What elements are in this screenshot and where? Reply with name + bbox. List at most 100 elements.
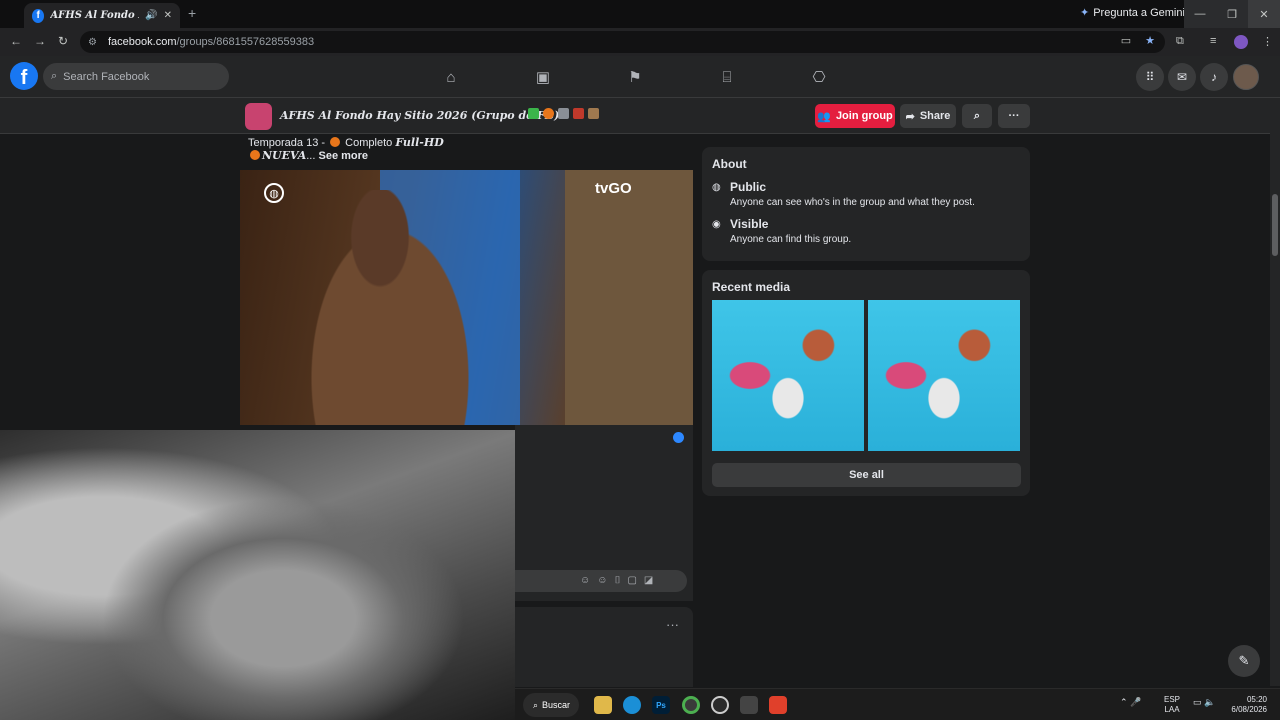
menu-grid-icon[interactable]: ⠿ bbox=[1136, 63, 1164, 91]
marketplace-icon[interactable]: ⌸ bbox=[717, 67, 737, 87]
post-text-line-2: NUEVA... See more bbox=[248, 149, 368, 162]
taskbar-search-label: Buscar bbox=[542, 700, 571, 710]
facebook-logo[interactable]: f bbox=[10, 62, 38, 90]
group-search-button[interactable]: ⌕ bbox=[962, 104, 992, 128]
address-bar[interactable]: ⚙ facebook.com /groups/8681557628559383 … bbox=[80, 31, 1165, 53]
avatar-sticker-icon[interactable]: ☺ bbox=[580, 575, 590, 586]
tab-title: AFHS Al Fondo Hay Sitio bbox=[50, 10, 139, 21]
globe-icon: ◍ bbox=[712, 182, 721, 193]
group-name-emojis bbox=[528, 108, 599, 119]
new-message-button[interactable]: ✎ bbox=[1228, 645, 1260, 677]
orange-circle-emoji-icon bbox=[250, 150, 260, 160]
site-info-icon[interactable]: ⚙ bbox=[88, 37, 102, 48]
facebook-top-nav: f ⌕ Search Facebook ⌂ ▣ ⚑ ⌸ ⎔ ⠿ ✉ ♪ bbox=[0, 56, 1280, 98]
app-window-icon[interactable] bbox=[740, 696, 758, 714]
orange-circle-emoji-icon bbox=[543, 108, 554, 119]
see-all-button[interactable]: See all bbox=[712, 463, 1021, 487]
group-thumbnail[interactable] bbox=[245, 103, 272, 130]
search-input[interactable]: ⌕ Search Facebook bbox=[43, 63, 229, 90]
chrome-icon[interactable] bbox=[682, 696, 700, 714]
notifications-bell-icon[interactable]: ♪ bbox=[1200, 63, 1228, 91]
post-options-icon[interactable]: ··· bbox=[666, 617, 679, 632]
reading-list-icon[interactable]: ≡ bbox=[1210, 35, 1216, 47]
tray-icons[interactable]: ⌃ 🎤 bbox=[1120, 697, 1141, 708]
new-tab-icon[interactable]: + bbox=[188, 5, 196, 21]
bricks-emoji-icon bbox=[573, 108, 584, 119]
join-group-label: Join group bbox=[835, 110, 893, 122]
search-icon: ⌕ bbox=[51, 70, 58, 82]
gemini-label: Pregunta a Gemini bbox=[1093, 6, 1185, 19]
speaker-icon[interactable]: 🔊 bbox=[145, 10, 157, 21]
photoshop-icon[interactable]: Ps bbox=[652, 696, 670, 714]
see-more-link[interactable]: See more bbox=[318, 150, 368, 162]
messenger-icon[interactable]: ✉ bbox=[1168, 63, 1196, 91]
gif-icon[interactable]: ▢ bbox=[627, 575, 636, 586]
gaming-icon[interactable]: ⎔ bbox=[809, 67, 829, 87]
reels-icon[interactable]: ▣ bbox=[533, 67, 553, 87]
forward-icon[interactable]: → bbox=[34, 34, 46, 48]
pages-flag-icon[interactable]: ⚑ bbox=[625, 67, 645, 87]
taskbar-search[interactable]: ⌕ Buscar bbox=[523, 693, 579, 717]
edge-icon[interactable] bbox=[623, 696, 641, 714]
facebook-favicon-icon: f bbox=[32, 8, 45, 23]
about-visible-desc: Anyone can find this group. bbox=[730, 234, 852, 245]
recent-media-image[interactable] bbox=[868, 300, 1020, 451]
video-person bbox=[290, 190, 490, 425]
search-placeholder: Search Facebook bbox=[63, 70, 150, 83]
back-icon[interactable]: ← bbox=[10, 34, 22, 48]
language-indicator[interactable]: ESP LAA bbox=[1164, 695, 1180, 715]
recent-media-image[interactable] bbox=[712, 300, 864, 451]
network-volume-icons[interactable]: ▭ 🔈 bbox=[1193, 697, 1215, 708]
search-icon: ⌕ bbox=[973, 109, 981, 122]
file-explorer-icon[interactable] bbox=[594, 696, 612, 714]
browser-menu-icon[interactable]: ⋮ bbox=[1262, 35, 1273, 48]
about-visible-title: Visible bbox=[730, 217, 769, 231]
about-visible-row: ◉ Visible Anyone can find this group. bbox=[712, 217, 851, 245]
close-window-icon[interactable]: ✕ bbox=[1248, 0, 1280, 28]
recent-media-card: Recent media See all bbox=[702, 270, 1030, 496]
compose-icon: ✎ bbox=[1238, 653, 1250, 668]
taskbar-clock[interactable]: 05:20 6/08/2026 bbox=[1223, 695, 1267, 715]
post-video[interactable]: ◍ tvGO bbox=[240, 170, 693, 425]
group-more-button[interactable]: ··· bbox=[998, 104, 1030, 128]
check-emoji-icon bbox=[528, 108, 539, 119]
share-arrow-icon: ➦ bbox=[905, 110, 915, 123]
group-name[interactable]: AFHS Al Fondo Hay Sitio 2026 (Grupo de F… bbox=[280, 109, 559, 122]
windows-taskbar: ⌕ Buscar Ps ⌃ 🎤 ESP LAA ▭ 🔈 05:20 6/08/2… bbox=[515, 688, 1280, 720]
browser-profile-avatar[interactable] bbox=[1234, 35, 1248, 49]
sticker-icon[interactable]: ◪ bbox=[644, 575, 653, 586]
reload-icon[interactable]: ↻ bbox=[58, 34, 68, 48]
camera-icon[interactable]: ⌷ bbox=[614, 575, 620, 586]
post-text-line-1: Temporada 13 - Completo Full-HD bbox=[248, 136, 444, 149]
extensions-icon[interactable]: ⧉ bbox=[1176, 35, 1184, 48]
browser-tab-strip: f AFHS Al Fondo Hay Sitio 🔊 ✕ + ✦ Pregun… bbox=[0, 0, 1280, 28]
join-group-button[interactable]: 👥 Join group bbox=[815, 104, 895, 128]
install-app-icon[interactable]: ▭ bbox=[1121, 34, 1131, 47]
bookmark-star-icon[interactable]: ★ bbox=[1145, 34, 1155, 47]
orange-circle-emoji-icon bbox=[330, 137, 341, 147]
browser-tab[interactable]: f AFHS Al Fondo Hay Sitio 🔊 ✕ bbox=[24, 3, 180, 28]
like-reaction-icon bbox=[673, 432, 684, 443]
brave-icon[interactable] bbox=[769, 696, 787, 714]
close-tab-icon[interactable]: ✕ bbox=[164, 10, 172, 21]
webcam-overlay bbox=[0, 430, 515, 720]
comment-tools: ☺ ☺ ⌷ ▢ ◪ bbox=[580, 575, 653, 586]
group-people-icon: 👥 bbox=[817, 110, 831, 123]
home-icon[interactable]: ⌂ bbox=[441, 67, 461, 87]
gemini-button[interactable]: ✦ Pregunta a Gemini bbox=[1080, 6, 1185, 20]
broom-emoji-icon bbox=[558, 108, 569, 119]
share-label: Share bbox=[919, 110, 951, 122]
minimize-icon[interactable]: — bbox=[1184, 0, 1216, 28]
emoji-icon[interactable]: ☺ bbox=[597, 575, 607, 586]
share-button[interactable]: ➦ Share bbox=[900, 104, 956, 128]
restore-icon[interactable]: ❐ bbox=[1216, 0, 1248, 28]
account-avatar[interactable] bbox=[1233, 64, 1259, 90]
about-public-row: ◍ Public Anyone can see who's in the gro… bbox=[712, 180, 975, 208]
recent-media-title: Recent media bbox=[712, 280, 791, 294]
obs-icon[interactable] bbox=[711, 696, 729, 714]
window-controls: — ❐ ✕ bbox=[1184, 0, 1280, 28]
url-path: /groups/8681557628559383 bbox=[176, 36, 315, 48]
about-public-title: Public bbox=[730, 180, 767, 194]
scrollbar-thumb[interactable] bbox=[1272, 194, 1278, 256]
page-scrollbar[interactable] bbox=[1270, 98, 1280, 686]
